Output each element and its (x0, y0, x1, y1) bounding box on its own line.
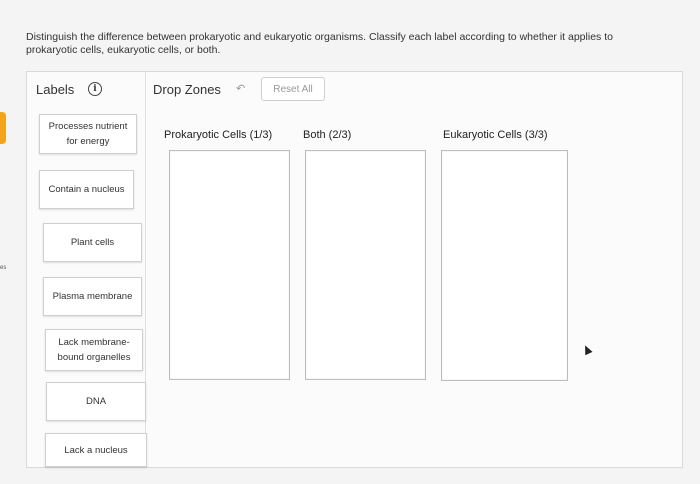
label-card-dna[interactable]: DNA (46, 382, 146, 421)
label-card-lack-membrane-bound[interactable]: Lack membrane-bound organelles (45, 329, 143, 371)
zone-title-both: Both (2/3) (303, 129, 352, 141)
side-tab[interactable] (0, 112, 6, 144)
zone-title-prokaryotic: Prokaryotic Cells (1/3) (164, 129, 273, 141)
drop-zone-both[interactable] (305, 150, 426, 380)
reset-all-button[interactable]: Reset All (261, 77, 325, 101)
drop-zone-eukaryotic[interactable] (441, 150, 568, 381)
label-card-contain-nucleus[interactable]: Contain a nucleus (39, 170, 134, 209)
drop-zones-heading: Drop Zones (153, 82, 221, 97)
labels-column: Labels i Processes nutrient for energy C… (27, 72, 147, 467)
label-card-plasma-membrane[interactable]: Plasma membrane (43, 277, 142, 316)
info-icon[interactable]: i (88, 82, 102, 96)
drag-drop-panel: Labels i Processes nutrient for energy C… (26, 71, 683, 468)
undo-icon[interactable]: ↶ (236, 82, 245, 95)
drop-zone-prokaryotic[interactable] (169, 150, 290, 380)
edge-text: es (0, 265, 7, 271)
label-card-plant-cells[interactable]: Plant cells (43, 223, 142, 262)
label-card-lack-nucleus[interactable]: Lack a nucleus (45, 433, 147, 467)
labels-heading: Labels (36, 82, 75, 97)
label-card-processes-nutrient[interactable]: Processes nutrient for energy (39, 114, 137, 154)
zone-title-eukaryotic: Eukaryotic Cells (3/3) (443, 129, 548, 141)
question-text: Distinguish the difference between proka… (26, 31, 613, 56)
